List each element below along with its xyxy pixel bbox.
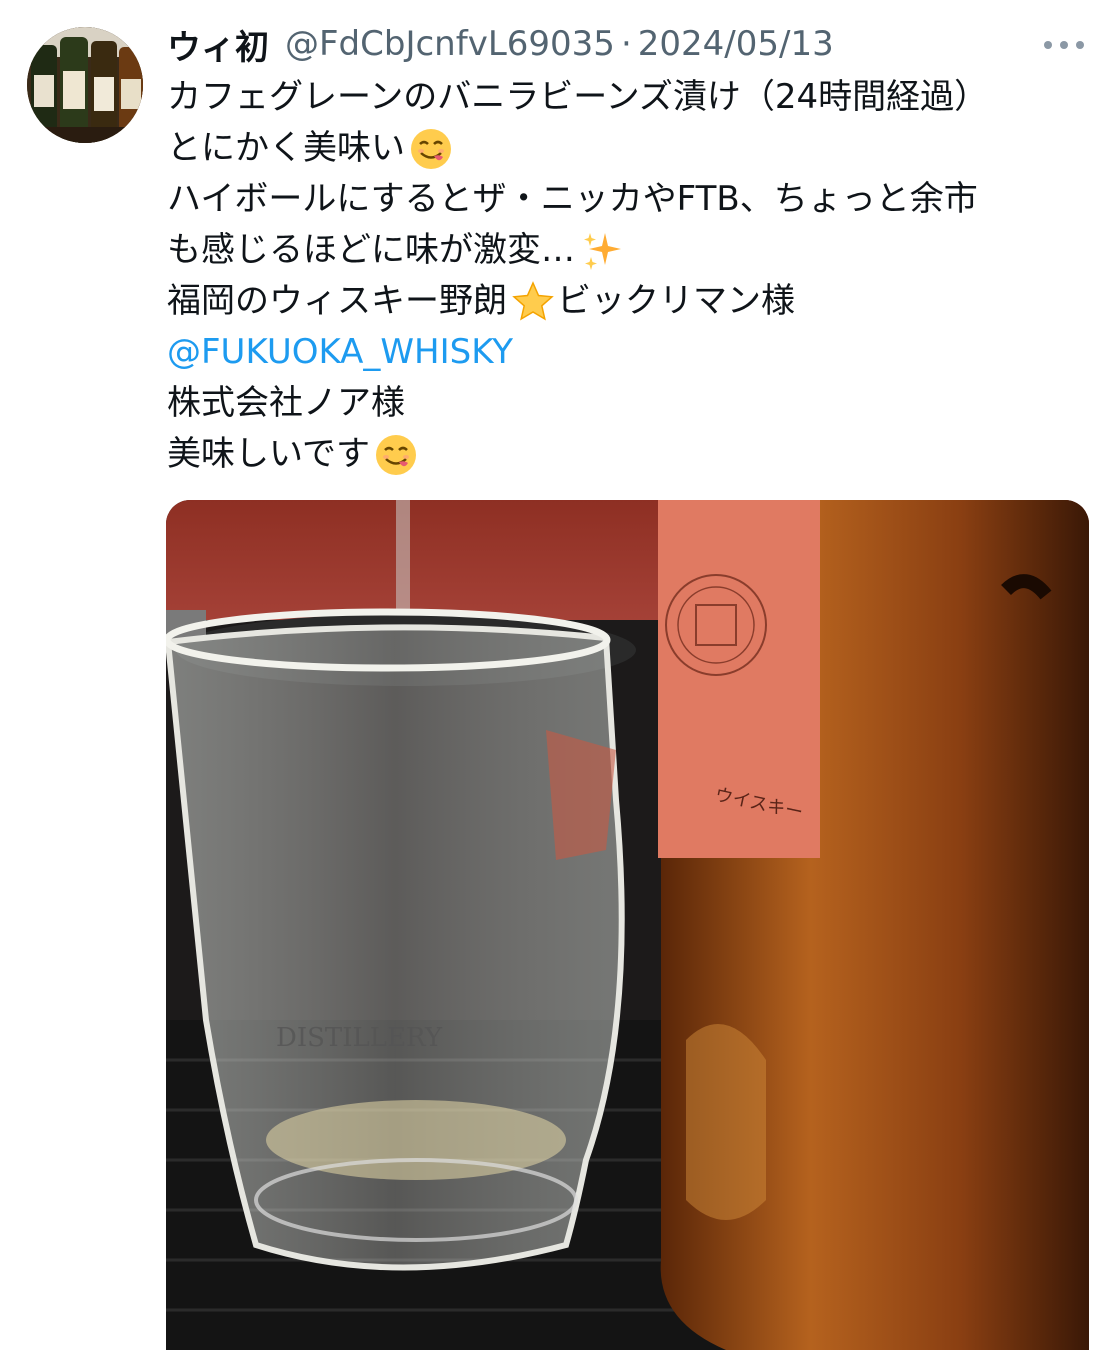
text-line: ハイボールにするとザ・ニッカやFTB、ちょっと余市 <box>167 174 1087 225</box>
text-line-content: 美味しいです <box>167 434 370 474</box>
text-line: 福岡のウィスキー野朗 ビックリマン様 <box>167 276 1087 327</box>
sparkles-icon <box>584 232 621 270</box>
face-savoring-food-icon <box>375 434 416 475</box>
mention-link[interactable]: @FUKUOKA_WHISKY <box>167 327 513 378</box>
text-line-content: ハイボールにするとザ・ニッカやFTB、ちょっと余市 <box>167 179 978 219</box>
tweet-date[interactable]: 2024/05/13 <box>638 24 834 64</box>
photo-glass-and-bottle: ウイスキー DISTILLERY <box>166 500 1089 1350</box>
display-name[interactable]: ウィ初 <box>167 20 269 69</box>
text-line-content: 株式会社ノア様 <box>167 383 405 423</box>
star-icon <box>512 280 554 321</box>
text-line-content: ビックリマン様 <box>557 281 795 321</box>
text-line-content: 福岡のウィスキー野朗 <box>167 281 507 321</box>
avatar-bottles-image <box>27 27 143 143</box>
text-line: @FUKUOKA_WHISKY <box>167 327 1087 378</box>
glass-print-text: DISTILLERY <box>276 1023 443 1053</box>
text-line: も感じるほどに味が激変… <box>167 225 1087 276</box>
more-dots-icon[interactable] <box>1042 38 1086 52</box>
text-line: カフェグレーンのバニラビーンズ漬け（24時間経過） <box>167 72 1087 123</box>
text-line: 美味しいです <box>167 429 1087 480</box>
face-savoring-food-icon <box>411 128 451 169</box>
text-line: とにかく美味い <box>167 123 1087 174</box>
separator-dot: · <box>620 24 632 64</box>
avatar[interactable] <box>27 27 143 143</box>
text-line-content: も感じるほどに味が激変… <box>167 230 575 270</box>
text-line-content: とにかく美味い <box>167 128 405 168</box>
tweet[interactable]: ウィ初 @FdCbJcnfvL69035 · 2024/05/13 カフェグレー… <box>0 0 1115 1350</box>
tweet-photo[interactable]: ウイスキー DISTILLERY <box>166 500 1089 1350</box>
tweet-text: カフェグレーンのバニラビーンズ漬け（24時間経過） とにかく美味い ハイボールに… <box>167 72 1087 480</box>
tweet-header: ウィ初 @FdCbJcnfvL69035 · 2024/05/13 <box>167 20 834 68</box>
text-line: 株式会社ノア様 <box>167 378 1087 429</box>
user-handle[interactable]: @FdCbJcnfvL69035 <box>285 24 615 64</box>
text-line-content: カフェグレーンのバニラビーンズ漬け（24時間経過） <box>167 77 989 117</box>
